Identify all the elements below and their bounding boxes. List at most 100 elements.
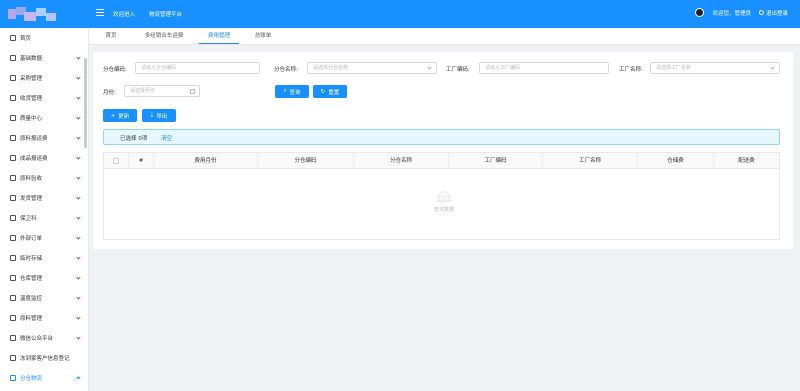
calendar-icon xyxy=(190,89,195,94)
factory-code-label: 工厂编码: xyxy=(446,67,470,73)
export-button[interactable]: ⤓ 导出 xyxy=(142,109,176,122)
logout-label: 退出登录 xyxy=(765,10,788,17)
month-label: 月份: xyxy=(103,90,116,96)
factory-code-input[interactable]: 请输入工厂编码 xyxy=(479,62,609,74)
cart-icon xyxy=(10,75,16,81)
empty-text: 暂无数据 xyxy=(433,207,454,213)
tab-expense-management[interactable]: 费用管理 xyxy=(199,28,239,44)
sidebar-item-temp-storage[interactable]: 临时存储 xyxy=(0,248,88,268)
chevron-down-icon xyxy=(76,255,81,260)
branch-code-input[interactable]: 请输入分仓编码 xyxy=(135,62,260,74)
sidebar-item-receiving[interactable]: 收货管理 xyxy=(0,88,88,108)
order-icon xyxy=(10,235,16,241)
chevron-down-icon xyxy=(427,65,432,70)
receive-icon xyxy=(10,95,16,101)
shield-icon xyxy=(10,215,16,221)
factory-name-select[interactable]: 请选择工厂名称 xyxy=(650,62,780,74)
empty-state: 暂无数据 xyxy=(414,191,474,213)
chevron-down-icon xyxy=(76,75,81,80)
sidebar-item-quality[interactable]: 质量中心 xyxy=(0,108,88,128)
chevron-up-icon xyxy=(76,376,81,381)
sidebar-item-external-orders[interactable]: 外部订单 xyxy=(0,228,88,248)
main-card: 分仓编码: 请输入分仓编码 分仓名称: 请选择分仓名称 工厂编码: 请输入工厂编… xyxy=(93,52,793,249)
freight-icon xyxy=(10,135,16,141)
month-picker[interactable]: 请选择月份 xyxy=(124,85,200,97)
sidebar-item-product-freight[interactable]: 成品报运费 xyxy=(0,148,88,168)
col-storage-fee[interactable]: 仓储费 xyxy=(638,153,714,169)
temperature-icon xyxy=(10,295,16,301)
warehouse-icon xyxy=(10,275,16,281)
chevron-down-icon xyxy=(76,175,81,180)
factory-name-label: 工厂名称: xyxy=(619,67,643,73)
user-greeting[interactable]: 欢迎您，管理员 xyxy=(712,9,751,17)
chevron-down-icon xyxy=(76,295,81,300)
sidebar-item-wechat[interactable]: 微信公众平台 xyxy=(0,328,88,348)
col-index: # xyxy=(129,153,154,169)
header-welcome: 欢迎进入 xyxy=(113,12,136,18)
logout-button[interactable]: 退出登录 xyxy=(758,9,788,17)
branch-name-select[interactable]: 请选择分仓名称 xyxy=(307,62,437,74)
chevron-down-icon xyxy=(76,335,81,340)
col-delivery-fee[interactable]: 配送费 xyxy=(714,153,779,169)
sidebar-scrollbar[interactable] xyxy=(84,58,87,148)
select-all-checkbox[interactable] xyxy=(113,158,119,164)
menu-toggle-icon[interactable] xyxy=(96,9,104,16)
update-button[interactable]: + 更新 xyxy=(103,109,137,122)
search-icon: ⌕ xyxy=(283,88,287,94)
power-icon xyxy=(758,10,764,15)
header-system-name: 物流管理平台 xyxy=(149,12,183,18)
sidebar-item-security[interactable]: 保卫科 xyxy=(0,208,88,228)
col-factory-name[interactable]: 工厂名称 xyxy=(543,153,638,169)
sidebar-item-raw-freight[interactable]: 原料报运费 xyxy=(0,128,88,148)
download-icon: ⤓ xyxy=(150,112,154,118)
sidebar-item-customer-register[interactable]: 冻到家客户信息登记 xyxy=(0,348,88,368)
clear-selection-link[interactable]: 清空 xyxy=(161,134,172,142)
sidebar-item-materials[interactable]: 原料管理 xyxy=(0,308,88,328)
sidebar-item-basic-data[interactable]: 基础数据 xyxy=(0,48,88,68)
empty-box-icon xyxy=(434,191,454,203)
sidebar-item-shipping[interactable]: 发货管理 xyxy=(0,188,88,208)
quality-icon xyxy=(10,115,16,121)
sidebar-item-home[interactable]: 首页 xyxy=(0,28,88,48)
sidebar: 首页 基础数据 采购管理 收货管理 质量中心 原料报运费 成品报运费 原料验收 … xyxy=(0,28,89,391)
chevron-down-icon xyxy=(76,155,81,160)
top-header: 欢迎进入 物流管理平台 欢迎您，管理员 退出登录 xyxy=(0,0,800,28)
chevron-down-icon xyxy=(76,315,81,320)
sidebar-item-branch-logistics[interactable]: 分仓物流 xyxy=(0,368,88,388)
col-branch-name[interactable]: 分仓名称 xyxy=(354,153,449,169)
col-expense-month[interactable]: 费用月份 xyxy=(154,153,258,169)
product-freight-icon xyxy=(10,155,16,161)
sidebar-item-temperature[interactable]: 温度监控 xyxy=(0,288,88,308)
chevron-down-icon xyxy=(76,115,81,120)
select-all-cell xyxy=(104,153,129,169)
table-header: # 费用月份 分仓编码 分仓名称 工厂编码 工厂名称 仓储费 配送费 xyxy=(104,153,779,169)
logistics-icon xyxy=(10,375,16,381)
chevron-down-icon xyxy=(76,135,81,140)
chevron-down-icon xyxy=(76,235,81,240)
selected-count: 已选择 0项 xyxy=(120,136,148,142)
query-button[interactable]: ⌕ 查询 xyxy=(275,85,309,98)
col-branch-code[interactable]: 分仓编码 xyxy=(258,153,354,169)
chevron-down-icon xyxy=(76,275,81,280)
col-factory-code[interactable]: 工厂编码 xyxy=(449,153,543,169)
selection-alert: 已选择 0项 清空 xyxy=(103,129,780,145)
ship-icon xyxy=(10,195,16,201)
storage-icon xyxy=(10,255,16,261)
branch-code-label: 分仓编码: xyxy=(103,67,127,73)
avatar[interactable] xyxy=(695,8,705,17)
wechat-icon xyxy=(10,335,16,341)
tab-home[interactable]: 首页 xyxy=(99,28,123,44)
sidebar-item-warehouse[interactable]: 仓库管理 xyxy=(0,268,88,288)
tab-multi-dealer-freight[interactable]: 多经销合车运费 xyxy=(139,28,189,44)
chevron-down-icon xyxy=(76,95,81,100)
tab-general-ledger[interactable]: 总账单 xyxy=(249,28,277,44)
refresh-icon: ↻ xyxy=(320,88,326,95)
sidebar-item-raw-inspection[interactable]: 原料验收 xyxy=(0,168,88,188)
inspect-icon xyxy=(10,175,16,181)
sidebar-item-purchase[interactable]: 采购管理 xyxy=(0,68,88,88)
branch-name-label: 分仓名称: xyxy=(274,67,298,73)
reset-button[interactable]: ↻ 重置 xyxy=(313,85,347,98)
chevron-down-icon xyxy=(76,55,81,60)
chevron-down-icon xyxy=(76,215,81,220)
tab-bar: 首页 多经销合车运费 费用管理 总账单 xyxy=(89,28,800,45)
